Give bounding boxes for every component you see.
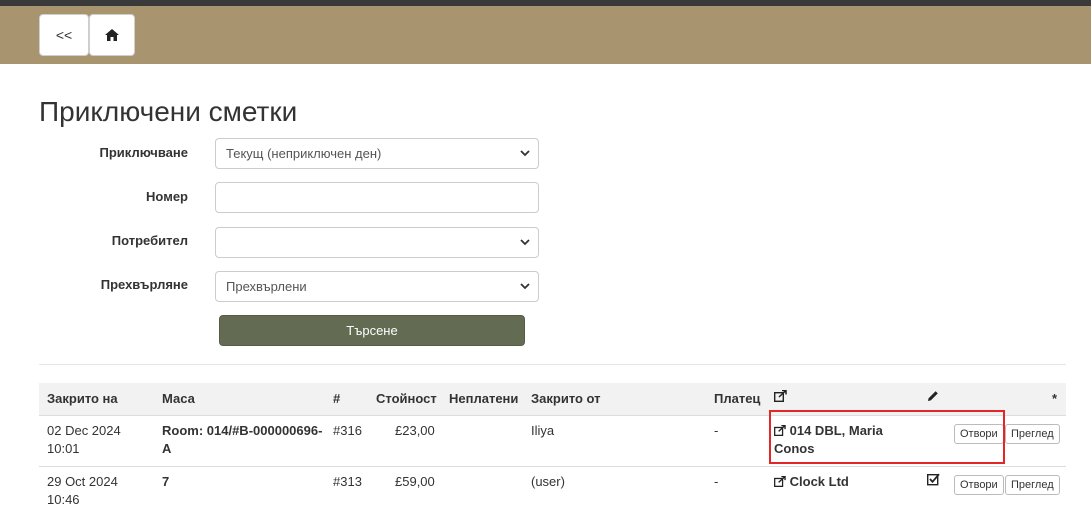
navbar: << xyxy=(0,6,1091,64)
row2-open-button[interactable]: Отвори xyxy=(954,475,1004,495)
highlight-box xyxy=(769,410,1005,464)
row2-value: £59,00 xyxy=(395,474,435,489)
header-closed-on: Закрито на xyxy=(47,391,118,406)
row2-payer: - xyxy=(714,474,719,489)
chevron-down-icon xyxy=(520,150,530,157)
row2-time: 10:46 xyxy=(47,492,80,507)
row2-checkbox[interactable] xyxy=(926,473,940,491)
transfer-select[interactable]: Прехвърлени xyxy=(215,271,539,302)
transfer-label: Прехвърляне xyxy=(100,277,188,292)
header-payer: Платец xyxy=(714,391,761,406)
row-separator xyxy=(39,466,1066,467)
search-button[interactable]: Търсене xyxy=(219,315,525,346)
header-star: * xyxy=(1052,391,1058,406)
header-number: # xyxy=(333,391,341,406)
row1-payer: - xyxy=(714,423,719,438)
row1-table-cont: A xyxy=(162,441,172,456)
closing-select[interactable]: Текущ (неприключен ден) xyxy=(215,138,539,169)
home-icon xyxy=(105,29,119,41)
checked-checkbox-icon xyxy=(926,473,940,486)
pencil-icon xyxy=(928,391,938,401)
chevron-down-icon xyxy=(520,239,530,246)
chevron-down-icon xyxy=(520,283,530,290)
user-label: Потребител xyxy=(111,233,188,248)
number-input[interactable] xyxy=(215,182,539,213)
row1-view-button[interactable]: Преглед xyxy=(1005,424,1060,444)
row2-table: 7 xyxy=(162,474,170,489)
header-edit xyxy=(927,390,939,405)
divider xyxy=(39,364,1066,365)
row1-date: 02 Dec 2024 xyxy=(47,423,121,438)
closing-label: Приключване xyxy=(99,145,189,160)
closing-select-value: Текущ (неприключен ден) xyxy=(226,146,382,161)
home-button[interactable] xyxy=(89,14,135,56)
row2-transfer-link[interactable]: Clock Ltd xyxy=(774,473,849,491)
header-table: Маса xyxy=(162,391,195,406)
user-select[interactable] xyxy=(215,227,539,258)
row2-closed-by: (user) xyxy=(531,474,565,489)
row2-view-button[interactable]: Преглед xyxy=(1005,475,1060,495)
number-label: Номер xyxy=(146,189,188,204)
row1-value: £23,00 xyxy=(395,423,435,438)
external-link-icon xyxy=(774,476,786,487)
row2-transfer-name: Clock Ltd xyxy=(789,474,849,489)
row1-table: Room: 014/#B-000000696- xyxy=(162,423,323,438)
back-button[interactable]: << xyxy=(39,14,89,56)
header-value: Стойност xyxy=(376,391,437,406)
row1-number: #316 xyxy=(333,423,362,438)
page-title: Приключени сметки xyxy=(39,96,298,127)
row1-time: 10:01 xyxy=(47,441,80,456)
row2-date: 29 Oct 2024 xyxy=(47,474,118,489)
header-unpaid: Неплатени xyxy=(449,391,519,406)
external-link-icon xyxy=(773,389,787,403)
row2-number: #313 xyxy=(333,474,362,489)
header-transfer xyxy=(773,389,787,405)
row1-closed-by: Iliya xyxy=(531,423,555,438)
header-closed-by: Закрито от xyxy=(531,391,601,406)
transfer-select-value: Прехвърлени xyxy=(226,279,307,294)
